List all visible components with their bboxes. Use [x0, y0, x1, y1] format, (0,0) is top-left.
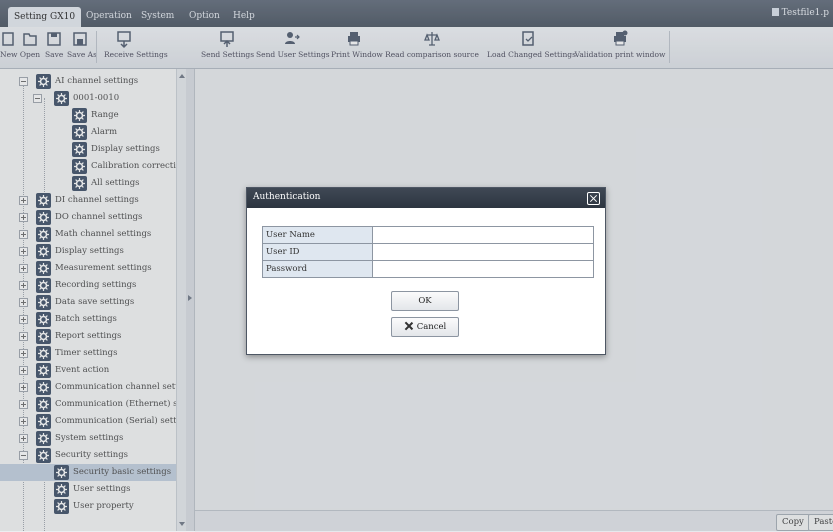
dialog-title: Authentication: [253, 192, 321, 202]
ok-button[interactable]: OK: [391, 291, 459, 311]
user-name-input[interactable]: [373, 227, 593, 243]
user-id-label: User ID: [262, 243, 373, 261]
cancel-button[interactable]: Cancel: [391, 317, 459, 337]
password-label: Password: [262, 260, 373, 278]
auth-form: User Name User ID Password: [262, 226, 594, 278]
dialog-title-bar: Authentication: [247, 188, 605, 208]
user-id-input[interactable]: [373, 244, 593, 260]
ok-label: OK: [418, 296, 432, 306]
cancel-label: Cancel: [416, 322, 447, 332]
password-input[interactable]: [373, 261, 593, 277]
authentication-dialog: Authentication User Name User ID Passwor…: [246, 187, 606, 355]
cancel-x-icon: [404, 321, 413, 330]
user-name-label: User Name: [262, 226, 373, 244]
close-icon[interactable]: [587, 192, 600, 205]
